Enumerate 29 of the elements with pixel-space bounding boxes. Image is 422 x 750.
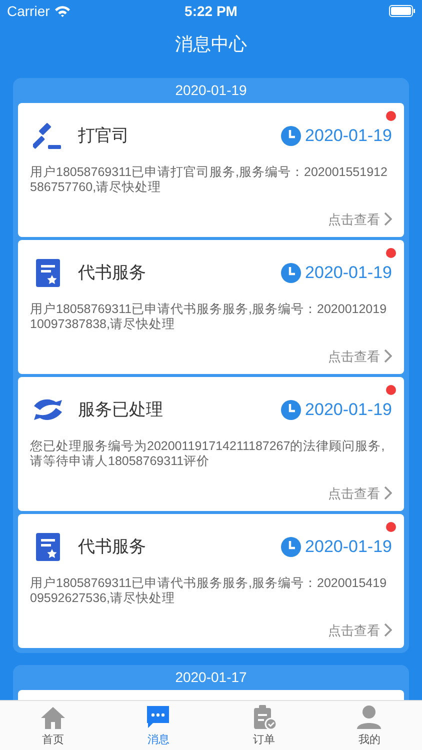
message-card[interactable]: 打官司 2020-01-19 用户18058769311已申请打官司服务,服务编号：202001551912586757760,请尽快处理 点击查看 xyxy=(18,103,404,237)
message-body: 用户18058769311已申请代书服务服务,服务编号：202001201910097387838,请尽快处理 xyxy=(30,302,388,332)
message-date: 2020-01-19 xyxy=(305,399,392,422)
message-title: 代书服务 xyxy=(78,262,146,284)
message-card[interactable]: 服务已处理 2020-01-19 您已处理服务编号为202001191714211187267的法律顾问服务,请等待申请人18058769311评价 点击查看 xyxy=(18,377,404,511)
message-title: 打官司 xyxy=(78,125,129,148)
tab-bar-item[interactable]: 首页 xyxy=(0,701,106,750)
view-details-link[interactable]: 点击查看 xyxy=(328,484,392,503)
group-date: 2020-01-17 xyxy=(175,668,247,687)
message-card[interactable]: 代书服务 2020-01-19 用户18058769311已申请代书服务服务,服务编号：202001201910097387838,请尽快处理 点击查看 xyxy=(18,240,404,374)
message-title: 服务已处理 xyxy=(78,399,163,422)
message-body: 您已处理服务编号为202001191714211187267的法律顾问服务,请等待申请人18058769311评价 xyxy=(30,439,386,469)
message-body: 用户18058769311已申请代书服务服务,服务编号：202001541909592627536,请尽快处理 xyxy=(30,576,388,606)
message-date: 2020-01-19 xyxy=(305,125,392,148)
tab-bar-item[interactable]: 消息 xyxy=(106,701,211,750)
message-date: 2020-01-19 xyxy=(305,536,392,558)
page-title: 消息中心 xyxy=(175,32,247,56)
view-details-link[interactable]: 点击查看 xyxy=(328,346,392,366)
message-card[interactable]: 代书服务 2020-01-19 用户18058769311已申请代书服务服务,服务编号：202001541909592627536,请尽快处理 点击查看 xyxy=(18,514,404,648)
group-date: 2020-01-19 xyxy=(175,81,247,100)
view-details-link[interactable]: 点击查看 xyxy=(328,620,392,640)
status-time: 5:22 PM xyxy=(184,2,238,20)
tab-bar-item[interactable]: 我的 xyxy=(316,701,422,750)
carrier-label: Carrier xyxy=(7,2,50,20)
message-date: 2020-01-19 xyxy=(305,262,392,284)
message-title: 代书服务 xyxy=(78,536,146,558)
tab-bar-item[interactable]: 订单 xyxy=(211,701,316,750)
message-body: 用户18058769311已申请打官司服务,服务编号：202001551912586757760,请尽快处理 xyxy=(30,165,388,195)
view-details-link[interactable]: 点击查看 xyxy=(328,210,392,229)
